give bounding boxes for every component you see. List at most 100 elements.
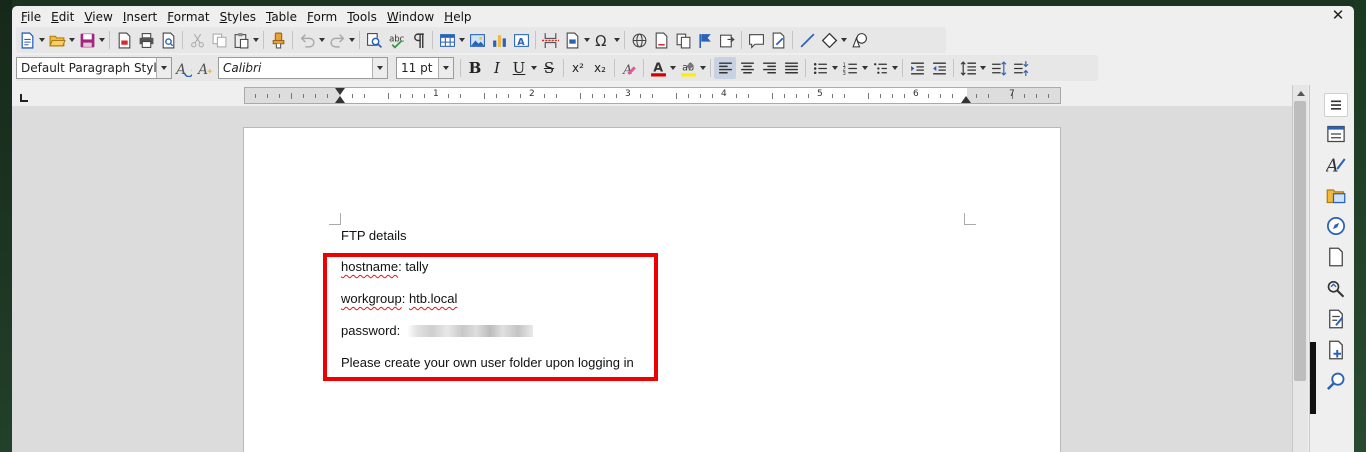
menu-table[interactable]: Table [261, 10, 302, 24]
menu-view[interactable]: View [79, 10, 117, 24]
insert-field-icon[interactable] [561, 29, 583, 51]
scrollbar-thumb[interactable] [1294, 101, 1306, 381]
navigator-icon[interactable] [1324, 214, 1348, 238]
increase-indent-icon[interactable] [906, 57, 928, 79]
first-line-indent-marker[interactable] [335, 88, 345, 95]
find-icon[interactable] [1324, 369, 1348, 393]
unordered-list-icon[interactable] [809, 57, 831, 79]
decrease-indent-icon[interactable] [928, 57, 950, 79]
chevron-down-icon[interactable] [372, 58, 387, 78]
align-center-icon[interactable] [736, 57, 758, 79]
menu-tools[interactable]: Tools [342, 10, 382, 24]
chevron-down-icon[interactable] [438, 58, 453, 78]
menu-format[interactable]: Format [162, 10, 214, 24]
undo-icon[interactable] [296, 29, 318, 51]
font-name-select[interactable]: Calibri [218, 57, 388, 79]
align-right-icon[interactable] [758, 57, 780, 79]
paste-icon[interactable] [230, 29, 252, 51]
menu-file[interactable]: File [16, 10, 46, 24]
menu-help[interactable]: Help [439, 10, 476, 24]
menu-edit[interactable]: Edit [46, 10, 79, 24]
scroll-up-icon[interactable] [1297, 91, 1305, 96]
comment-icon[interactable] [745, 29, 767, 51]
outline-list-dropdown[interactable] [891, 57, 899, 79]
redo-icon[interactable] [326, 29, 348, 51]
insert-textbox-icon[interactable]: A [510, 29, 532, 51]
properties-icon[interactable] [1324, 122, 1348, 146]
new-style-icon[interactable]: A [194, 57, 216, 79]
clone-formatting-icon[interactable] [267, 29, 289, 51]
horizontal-ruler[interactable]: 1 2 3 4 5 6 7 [244, 87, 1061, 104]
menu-window[interactable]: Window [382, 10, 439, 24]
decrease-paragraph-spacing-icon[interactable] [1009, 57, 1031, 79]
insert-image-icon[interactable] [466, 29, 488, 51]
manage-changes-icon[interactable] [1324, 307, 1348, 331]
underline-button[interactable]: U [508, 57, 530, 79]
cross-reference-icon[interactable] [672, 29, 694, 51]
new-document-icon[interactable] [16, 29, 38, 51]
find-replace-icon[interactable] [363, 29, 385, 51]
clear-formatting-icon[interactable]: A [618, 57, 640, 79]
document-page[interactable]: FTP details hostname: tally workgroup: h… [243, 127, 1061, 452]
basic-shapes-dropdown[interactable] [840, 29, 848, 51]
italic-button[interactable]: I [486, 57, 508, 79]
export-pdf-icon[interactable] [113, 29, 135, 51]
tab-stop-selector[interactable] [20, 94, 28, 102]
gallery-icon[interactable] [1324, 183, 1348, 207]
line-icon[interactable] [796, 29, 818, 51]
insert-chart-icon[interactable] [488, 29, 510, 51]
styles-icon[interactable]: A [1324, 152, 1348, 176]
highlight-color-dropdown[interactable] [699, 57, 707, 79]
font-color-icon[interactable]: A [647, 57, 669, 79]
align-justify-icon[interactable] [780, 57, 802, 79]
sidebar-menu-icon[interactable] [1324, 93, 1348, 117]
open-dropdown[interactable] [68, 29, 76, 51]
strikethrough-button[interactable]: S [538, 57, 560, 79]
menu-insert[interactable]: Insert [118, 10, 162, 24]
redo-dropdown[interactable] [348, 29, 356, 51]
left-indent-marker[interactable] [335, 96, 345, 103]
update-style-icon[interactable]: A [172, 57, 194, 79]
menu-styles[interactable]: Styles [215, 10, 261, 24]
increase-paragraph-spacing-icon[interactable] [987, 57, 1009, 79]
ordered-list-dropdown[interactable] [861, 57, 869, 79]
underline-dropdown[interactable] [530, 57, 538, 79]
copy-icon[interactable] [208, 29, 230, 51]
ordered-list-icon[interactable]: 123 [839, 57, 861, 79]
highlight-color-icon[interactable]: ab [677, 57, 699, 79]
save-icon[interactable] [76, 29, 98, 51]
sidebar-collapse-handle[interactable] [1310, 342, 1316, 414]
draw-functions-icon[interactable] [848, 29, 870, 51]
paste-dropdown[interactable] [252, 29, 260, 51]
right-indent-marker[interactable] [961, 96, 971, 103]
unordered-list-dropdown[interactable] [831, 57, 839, 79]
bookmark-icon[interactable] [694, 29, 716, 51]
spellcheck-icon[interactable]: abc [385, 29, 407, 51]
insert-table-dropdown[interactable] [458, 29, 466, 51]
outline-list-icon[interactable] [869, 57, 891, 79]
line-spacing-icon[interactable] [957, 57, 979, 79]
window-close-button[interactable]: ✕ [1330, 7, 1346, 23]
superscript-button[interactable]: x² [567, 57, 589, 79]
vertical-scrollbar[interactable] [1292, 85, 1308, 452]
page-break-icon[interactable] [539, 29, 561, 51]
save-dropdown[interactable] [98, 29, 106, 51]
insert-table-icon[interactable] [436, 29, 458, 51]
cross-reference-field-icon[interactable] [716, 29, 738, 51]
new-document-dropdown[interactable] [38, 29, 46, 51]
font-color-dropdown[interactable] [669, 57, 677, 79]
hyperlink-icon[interactable] [628, 29, 650, 51]
open-folder-icon[interactable] [46, 29, 68, 51]
formatting-marks-icon[interactable] [407, 29, 429, 51]
footnote-icon[interactable] [650, 29, 672, 51]
design-icon[interactable] [1324, 338, 1348, 362]
bold-button[interactable]: B [464, 57, 486, 79]
special-character-dropdown[interactable] [613, 29, 621, 51]
print-icon[interactable] [135, 29, 157, 51]
print-preview-icon[interactable] [157, 29, 179, 51]
insert-field-dropdown[interactable] [583, 29, 591, 51]
basic-shapes-icon[interactable] [818, 29, 840, 51]
cut-icon[interactable] [186, 29, 208, 51]
undo-dropdown[interactable] [318, 29, 326, 51]
line-spacing-dropdown[interactable] [979, 57, 987, 79]
